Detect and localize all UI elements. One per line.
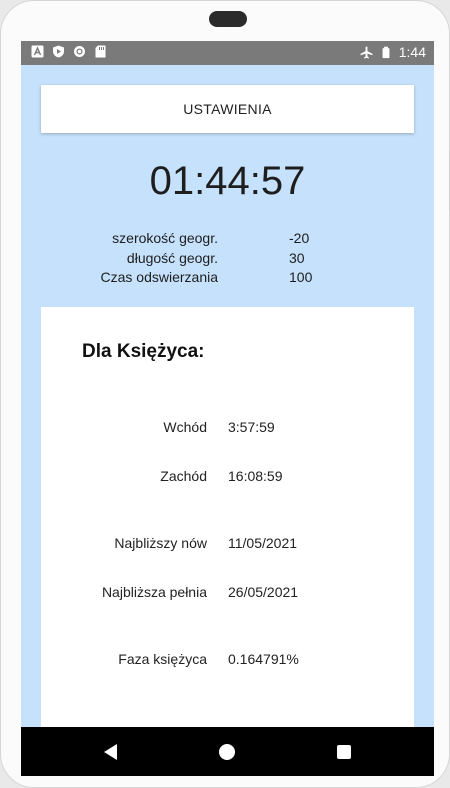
longitude-label: długość geogr. <box>126 250 218 266</box>
status-left-icons <box>31 45 107 58</box>
speaker-grille <box>209 11 247 27</box>
moon-section-title: Dla Księżyca: <box>82 341 205 362</box>
recent-apps-icon[interactable] <box>337 745 351 759</box>
a-box-icon <box>31 45 44 58</box>
next-new-moon-label: Najbliższy nów <box>114 535 207 551</box>
circle-icon <box>74 46 85 57</box>
moonrise-label: Wchód <box>163 419 207 435</box>
moon-info-card: Dla Księżyca: Wchód 3:57:59 Zachód 16:08… <box>41 307 414 747</box>
next-full-moon-label: Najbliższa pełnia <box>101 584 207 600</box>
latitude-value: -20 <box>289 230 310 246</box>
back-icon[interactable] <box>104 744 117 760</box>
current-time: 01:44:57 <box>149 159 306 203</box>
longitude-row: długość geogr. 30 <box>21 250 434 270</box>
latitude-row: szerokość geogr. -20 <box>21 230 434 250</box>
refresh-interval-row: Czas odswierzania 100 <box>21 269 434 289</box>
moonset-value: 16:08:59 <box>228 468 283 484</box>
airplane-icon <box>360 45 373 59</box>
moonrise-value: 3:57:59 <box>228 419 275 435</box>
moonset-label: Zachód <box>160 468 207 484</box>
refresh-interval-label: Czas odswierzania <box>100 269 219 285</box>
next-new-moon-value: 11/05/2021 <box>228 535 298 551</box>
status-bar: 1:44 <box>21 41 434 65</box>
device-frame: 1:44 USTAWIENIA 01:44:57 szerokość geogr… <box>0 0 450 788</box>
navigation-bar <box>21 727 434 776</box>
longitude-value: 30 <box>289 250 305 266</box>
play-protect-icon <box>53 45 64 58</box>
settings-button[interactable]: USTAWIENIA <box>41 85 414 133</box>
moon-phase-label: Faza księżyca <box>118 651 207 667</box>
moon-phase-value: 0.164791% <box>228 651 299 667</box>
sd-card-icon <box>95 45 106 58</box>
app-screen: 1:44 USTAWIENIA 01:44:57 szerokość geogr… <box>21 41 434 776</box>
status-time: 1:44 <box>398 44 426 60</box>
latitude-label: szerokość geogr. <box>112 230 218 246</box>
next-full-moon-value: 26/05/2021 <box>228 584 299 600</box>
battery-icon <box>382 46 390 58</box>
status-right-icons: 1:44 <box>360 44 426 60</box>
home-icon[interactable] <box>219 744 235 760</box>
refresh-interval-value: 100 <box>289 269 313 285</box>
